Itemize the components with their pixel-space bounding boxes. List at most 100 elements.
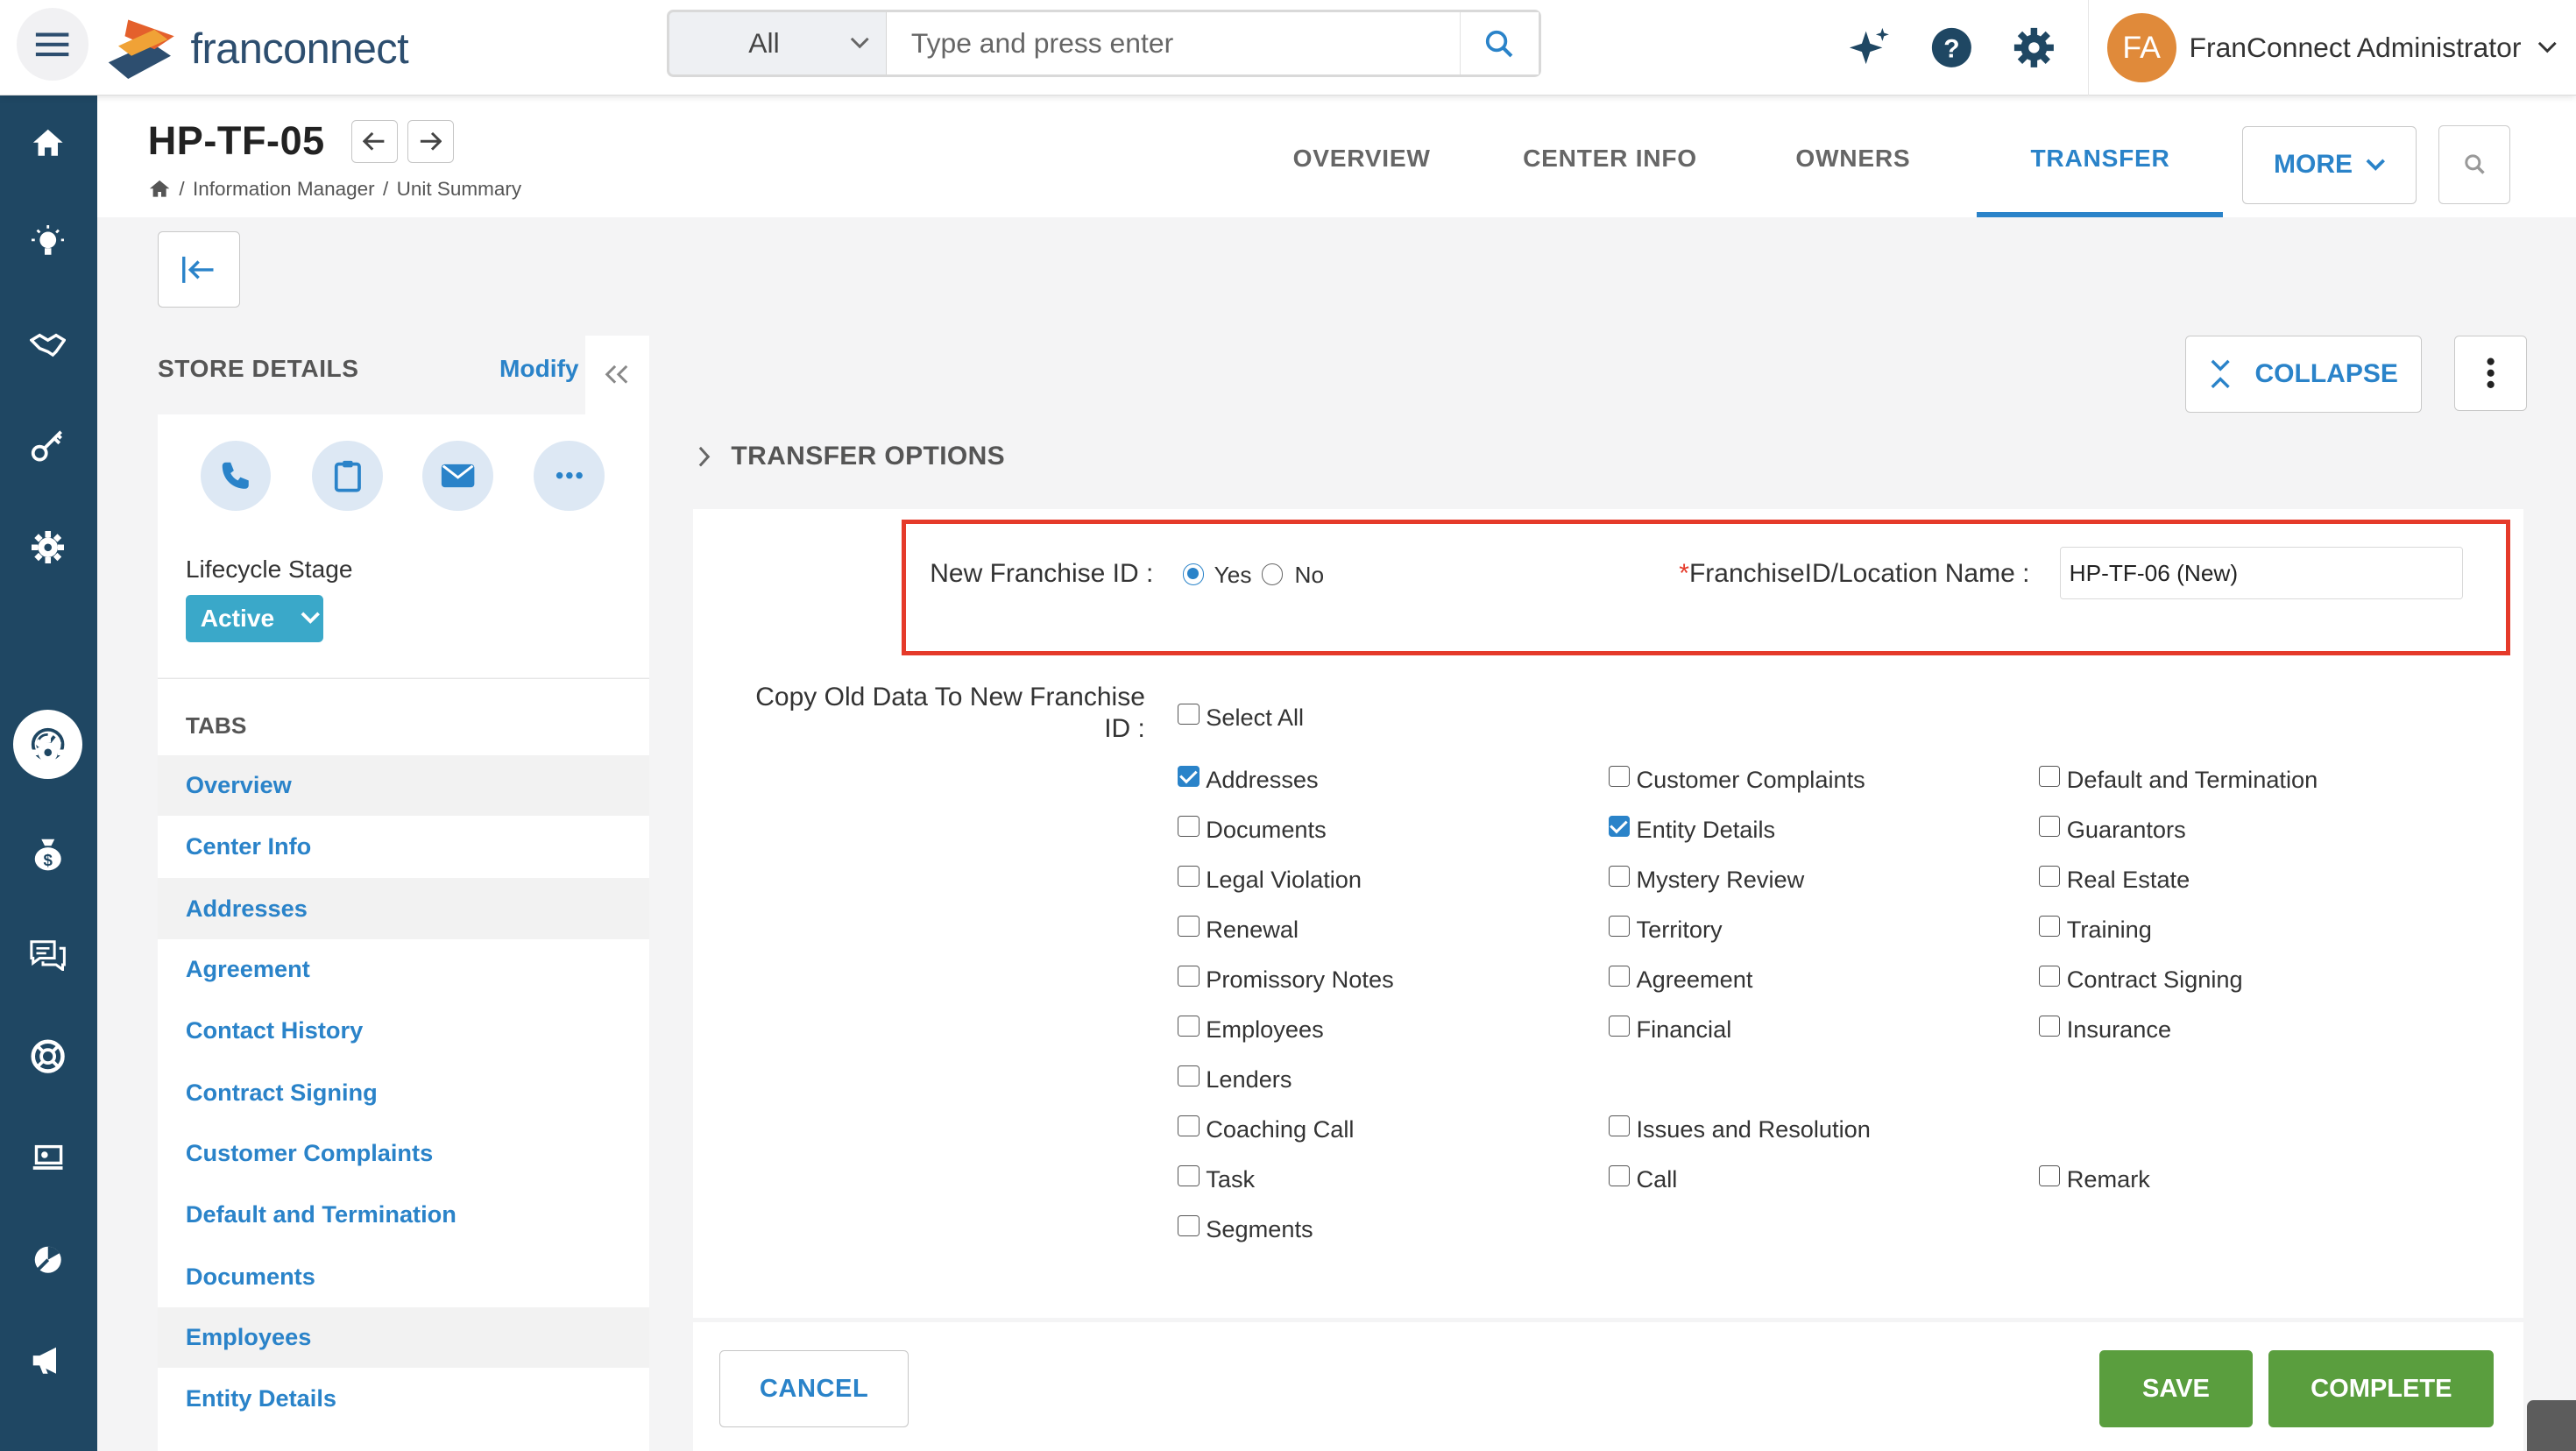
checkbox-box[interactable]: [2038, 765, 2061, 788]
select-all-checkbox[interactable]: Select All: [1178, 704, 1304, 732]
next-unit-button[interactable]: [407, 119, 454, 163]
checkbox-box[interactable]: [2038, 1015, 2061, 1037]
checkbox-customer-complaints[interactable]: Customer Complaints: [1608, 765, 1865, 794]
home-icon[interactable]: [148, 179, 171, 199]
checkbox-box[interactable]: [1178, 815, 1200, 838]
checkbox-box[interactable]: [1608, 915, 1630, 938]
checkbox-segments[interactable]: Segments: [1178, 1215, 1313, 1243]
pie-icon[interactable]: [23, 1235, 72, 1285]
tab-center-info[interactable]: CENTER INFO: [1523, 145, 1697, 173]
checkbox-box[interactable]: [2038, 865, 2061, 888]
checkbox-documents[interactable]: Documents: [1178, 815, 1327, 844]
sidebar-tab-agreement[interactable]: Agreement: [158, 939, 649, 1000]
sidebar-tab-center-info[interactable]: Center Info: [158, 816, 649, 876]
tab-owners[interactable]: OWNERS: [1795, 145, 1910, 173]
key-icon[interactable]: [23, 422, 72, 471]
checkbox-box[interactable]: [2038, 1164, 2061, 1187]
collapse-sidebar-button[interactable]: [584, 335, 649, 414]
checkbox-guarantors[interactable]: Guarantors: [2038, 815, 2186, 844]
lifebuoy-icon[interactable]: [23, 1032, 72, 1081]
modify-link[interactable]: Modify: [499, 355, 579, 383]
save-button[interactable]: SAVE: [2099, 1350, 2253, 1428]
sidebar-tab-employees[interactable]: Employees: [158, 1306, 649, 1368]
sidebar-tab-contract-signing[interactable]: Contract Signing: [158, 1062, 649, 1122]
tab-search-button[interactable]: [2438, 124, 2510, 204]
collapse-button[interactable]: COLLAPSE: [2184, 335, 2422, 413]
tab-transfer[interactable]: TRANSFER: [2031, 145, 2170, 173]
megaphone-icon[interactable]: [23, 1335, 72, 1384]
checkbox-financial[interactable]: Financial: [1608, 1015, 1731, 1044]
checkbox-task[interactable]: Task: [1178, 1165, 1255, 1193]
checkbox-agreement[interactable]: Agreement: [1608, 965, 1752, 994]
checkbox-box[interactable]: [1178, 1115, 1200, 1137]
checkbox-contract-signing[interactable]: Contract Signing: [2038, 965, 2243, 994]
clipboard-button[interactable]: [312, 440, 383, 512]
checkbox-training[interactable]: Training: [2038, 916, 2152, 944]
laptop-icon[interactable]: [23, 1134, 72, 1183]
checkbox-box[interactable]: [1178, 703, 1200, 725]
location-name-input[interactable]: HP-TF-06 (New): [2060, 547, 2463, 600]
email-button[interactable]: [421, 440, 493, 512]
options-menu-button[interactable]: [2454, 335, 2527, 411]
checkbox-lenders[interactable]: Lenders: [1178, 1065, 1292, 1094]
checkbox-box[interactable]: [1608, 765, 1630, 788]
checkbox-default-and-termination[interactable]: Default and Termination: [2038, 765, 2318, 794]
breadcrumb-item[interactable]: Unit Summary: [397, 178, 522, 201]
checkbox-box[interactable]: [1178, 1164, 1200, 1187]
checkbox-call[interactable]: Call: [1608, 1164, 1677, 1193]
checkbox-legal-violation[interactable]: Legal Violation: [1178, 866, 1362, 894]
checkbox-box[interactable]: [2038, 815, 2061, 838]
new-franchise-no-radio[interactable]: [1262, 563, 1284, 585]
sparkle-icon[interactable]: [1848, 26, 1891, 69]
search-input[interactable]: Type and press enter: [886, 12, 1460, 75]
settings-gear-icon[interactable]: [2013, 26, 2056, 69]
checkbox-box[interactable]: [2038, 965, 2061, 987]
checkbox-box[interactable]: [1608, 1015, 1630, 1037]
checkbox-mystery-review[interactable]: Mystery Review: [1608, 865, 1804, 894]
collapse-panel-button[interactable]: [158, 231, 240, 308]
chat-widget-button[interactable]: [2526, 1399, 2576, 1451]
sidebar-tab-documents[interactable]: Documents: [158, 1246, 649, 1306]
checkbox-addresses[interactable]: Addresses: [1178, 765, 1319, 794]
checkbox-renewal[interactable]: Renewal: [1178, 916, 1299, 944]
franconnect-logo[interactable]: franconnect: [105, 13, 409, 86]
sidebar-tab-addresses[interactable]: Addresses: [158, 878, 649, 939]
checkbox-box[interactable]: [1608, 865, 1630, 888]
transfer-options-toggle[interactable]: TRANSFER OPTIONS: [698, 442, 1005, 471]
sidebar-tab-overview[interactable]: Overview: [158, 754, 649, 816]
checkbox-box[interactable]: [1178, 1214, 1200, 1237]
user-menu[interactable]: FA FranConnect Administrator: [2088, 0, 2558, 96]
checkbox-real-estate[interactable]: Real Estate: [2038, 865, 2190, 894]
sidebar-tab-default-and-termination[interactable]: Default and Termination: [158, 1184, 649, 1244]
checkbox-box[interactable]: [1178, 1015, 1200, 1037]
checkbox-box[interactable]: [1608, 1164, 1630, 1187]
previous-unit-button[interactable]: [351, 119, 398, 163]
more-button[interactable]: MORE: [2242, 126, 2417, 204]
sidebar-tab-customer-complaints[interactable]: Customer Complaints: [158, 1123, 649, 1184]
tab-overview[interactable]: OVERVIEW: [1293, 145, 1431, 173]
lightbulb-icon[interactable]: [23, 218, 72, 267]
new-franchise-yes-radio[interactable]: [1183, 563, 1205, 585]
checkbox-box[interactable]: [1178, 765, 1200, 788]
sidebar-tab-contact-history[interactable]: Contact History: [158, 1000, 649, 1060]
search-button[interactable]: [1459, 12, 1539, 75]
home-icon[interactable]: [23, 118, 72, 167]
money-bag-icon[interactable]: $: [23, 830, 72, 879]
more-actions-button[interactable]: [534, 440, 605, 512]
checkbox-coaching-call[interactable]: Coaching Call: [1178, 1115, 1354, 1143]
checkbox-box[interactable]: [1178, 865, 1200, 888]
checkbox-box[interactable]: [1608, 815, 1630, 838]
checkbox-promissory-notes[interactable]: Promissory Notes: [1178, 965, 1394, 994]
checkbox-box[interactable]: [1608, 1115, 1630, 1137]
search-scope-select[interactable]: All: [669, 12, 887, 75]
checkbox-box[interactable]: [1178, 915, 1200, 938]
checkbox-remark[interactable]: Remark: [2038, 1164, 2150, 1193]
checkbox-box[interactable]: [1608, 965, 1630, 987]
breadcrumb-item[interactable]: Information Manager: [193, 178, 375, 201]
page-scrollbar[interactable]: [2530, 216, 2576, 1451]
cancel-button[interactable]: CANCEL: [719, 1350, 909, 1428]
checkbox-box[interactable]: [1178, 965, 1200, 987]
checkbox-entity-details[interactable]: Entity Details: [1608, 815, 1775, 844]
help-icon[interactable]: ?: [1930, 26, 1973, 69]
gear-icon[interactable]: [23, 728, 72, 777]
